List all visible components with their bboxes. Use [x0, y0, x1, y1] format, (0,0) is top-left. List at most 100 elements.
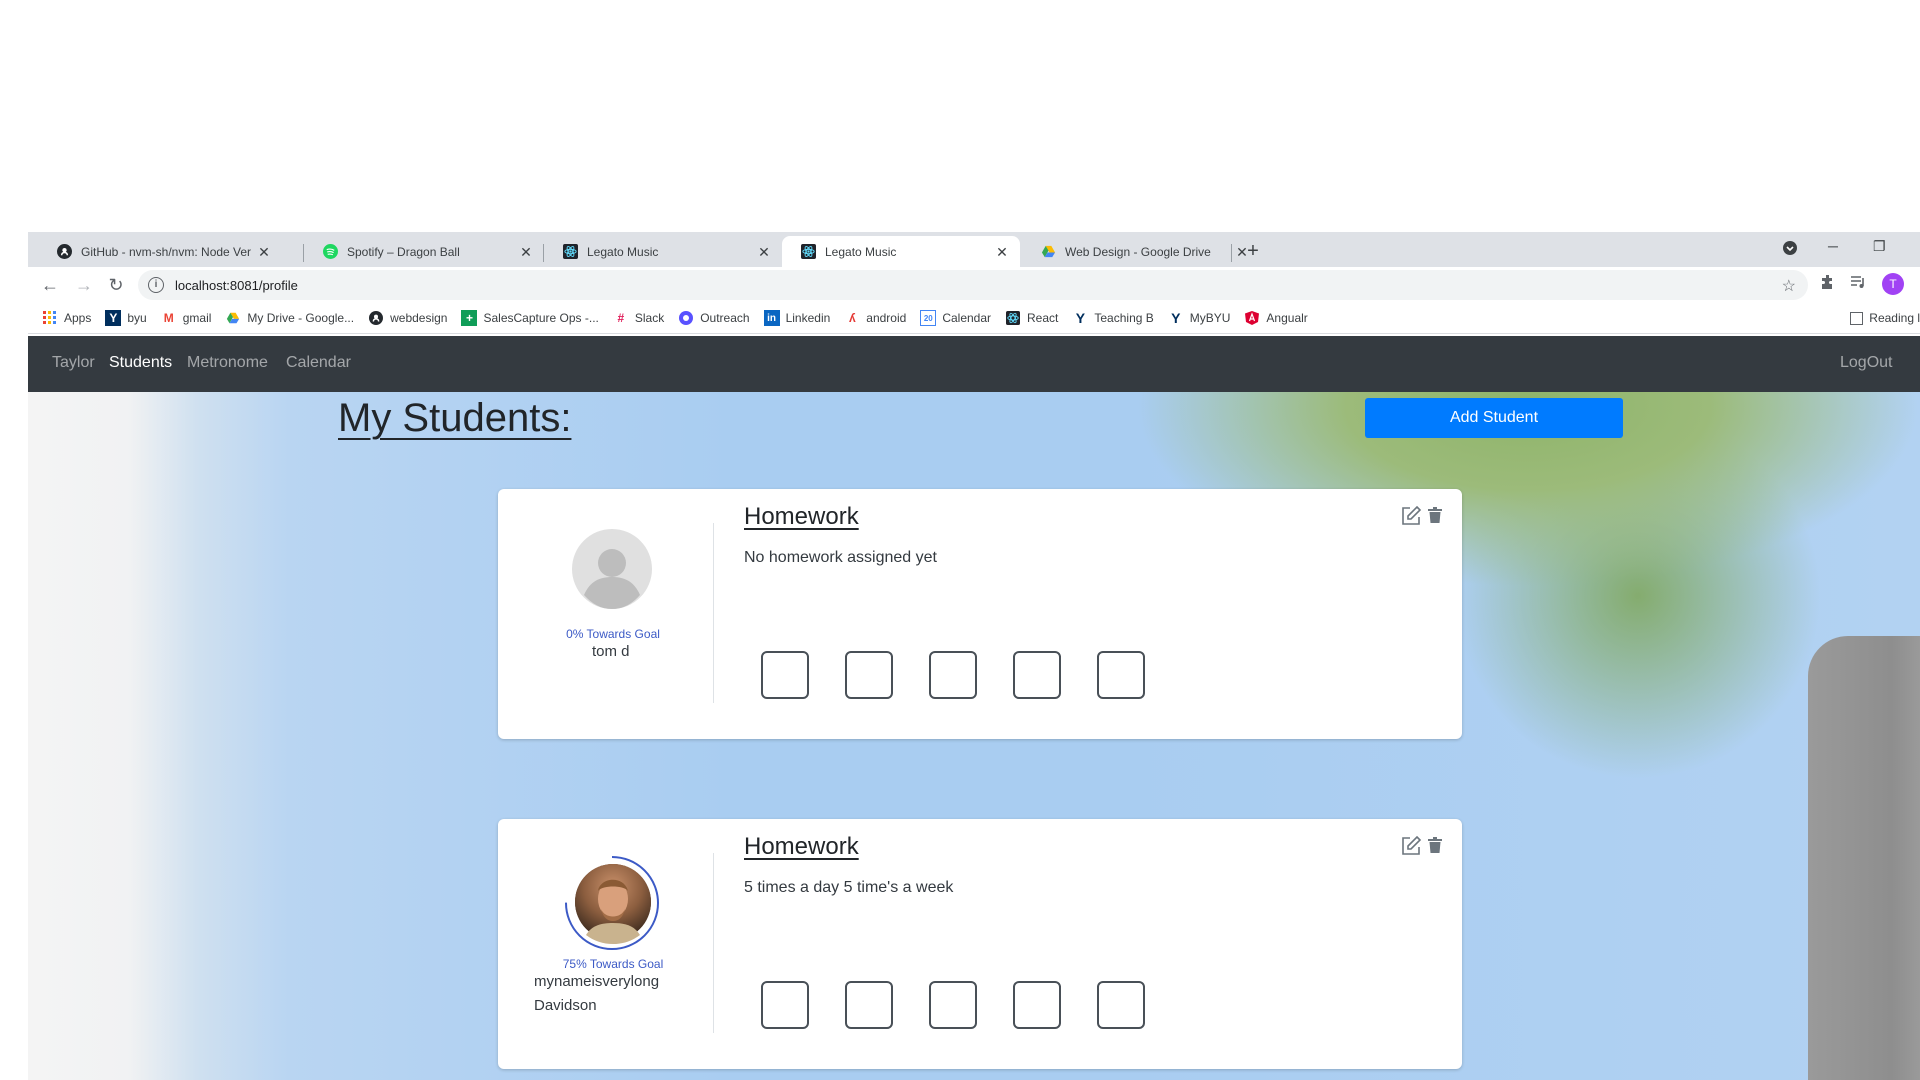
practice-checkbox[interactable] [845, 651, 893, 699]
nav-students[interactable]: Students [109, 354, 172, 372]
address-bar[interactable]: i ☆ [138, 270, 1808, 300]
info-icon[interactable]: i [148, 277, 164, 293]
close-icon[interactable]: ✕ [256, 244, 272, 260]
divider [713, 853, 714, 1033]
homework-title: Homework [744, 833, 859, 860]
byu-icon: Y [1075, 310, 1086, 326]
minimize-icon[interactable]: ─ [1828, 238, 1838, 254]
logout-link[interactable]: LogOut [1840, 354, 1892, 372]
practice-checkbox[interactable] [1097, 981, 1145, 1029]
edit-icon[interactable] [1400, 505, 1422, 532]
close-icon[interactable]: ✕ [756, 244, 772, 260]
bookmark-mybyu[interactable]: Y MyBYU [1168, 310, 1231, 326]
tab-strip: GitHub - nvm-sh/nvm: Node Ver ✕ Spotify … [28, 232, 1920, 267]
bookmark-apps[interactable]: Apps [42, 310, 91, 326]
add-student-button[interactable]: Add Student [1365, 398, 1623, 438]
trash-icon[interactable] [1428, 837, 1442, 858]
outreach-icon [678, 310, 694, 326]
reading-list-label: Reading l [1869, 311, 1920, 325]
bookmark-label: Linkedin [785, 311, 831, 325]
bookmark-react[interactable]: React [1005, 310, 1058, 326]
avatar[interactable] [572, 529, 652, 609]
nav-metronome[interactable]: Metronome [187, 354, 268, 372]
google-drive-icon [225, 310, 241, 326]
new-tab-button[interactable]: + [1241, 240, 1265, 264]
spotify-icon [322, 244, 338, 260]
bookmark-label: Teaching B [1094, 311, 1154, 325]
linkedin-icon: in [763, 310, 780, 326]
bookmark-label: My Drive - Google... [247, 311, 355, 325]
avatar[interactable] [562, 853, 662, 953]
bookmark-label: MyBYU [1189, 311, 1231, 325]
nav-brand[interactable]: Taylor [52, 354, 95, 372]
bookmark-byu[interactable]: Y byu [105, 310, 147, 326]
bookmark-webdesign[interactable]: webdesign [368, 310, 447, 326]
extensions-icon[interactable] [1820, 274, 1836, 295]
divider [713, 523, 714, 703]
practice-checkbox[interactable] [761, 981, 809, 1029]
bookmark-calendar[interactable]: 20 Calendar [920, 310, 991, 326]
student-profile: 0% Towards Goal tom d [498, 489, 713, 739]
restore-icon[interactable]: ❐ [1873, 238, 1886, 255]
bookmarks-bar: Apps Y byu M gmail My Drive - Google... … [28, 303, 1920, 334]
student-name: mynameisverylong [534, 973, 660, 990]
practice-checkbox[interactable] [1097, 651, 1145, 699]
bookmark-label: React [1027, 311, 1059, 325]
close-icon[interactable]: ✕ [518, 244, 534, 260]
byu-icon: Y [105, 310, 122, 326]
bookmark-label: Outreach [700, 311, 750, 325]
bookmark-label: Angualr [1266, 311, 1308, 325]
page-title: My Students: [338, 396, 572, 440]
bookmark-android[interactable]: ʎ android [844, 310, 906, 326]
edit-icon[interactable] [1400, 835, 1422, 862]
address-input[interactable] [173, 276, 1677, 294]
bookmark-outreach[interactable]: Outreach [678, 310, 750, 326]
bookmark-linkedin[interactable]: in Linkedin [763, 310, 831, 326]
browser-toolbar: ← → ↻ i ☆ T [28, 267, 1920, 303]
bookmark-salescapture[interactable]: + SalesCapture Ops -... [461, 310, 599, 326]
nav-calendar[interactable]: Calendar [286, 354, 351, 372]
tab-legato-active[interactable]: Legato Music ✕ [782, 236, 1020, 267]
media-control-icon[interactable] [1850, 274, 1866, 295]
student-name: tom d [592, 643, 630, 660]
tab-legato-1[interactable]: Legato Music ✕ [544, 236, 782, 267]
background-tree-trunk [1808, 636, 1920, 1080]
tab-search-icon[interactable] [1782, 240, 1798, 259]
tab-google-drive[interactable]: Web Design - Google Drive ✕ [1022, 236, 1260, 267]
tab-github[interactable]: GitHub - nvm-sh/nvm: Node Ver ✕ [38, 236, 282, 267]
practice-checkbox[interactable] [761, 651, 809, 699]
bookmark-gmail[interactable]: M gmail [161, 310, 212, 326]
tab-title: GitHub - nvm-sh/nvm: Node Ver [81, 244, 252, 259]
close-icon[interactable]: ✕ [994, 244, 1010, 260]
practice-checkbox[interactable] [845, 981, 893, 1029]
practice-checkbox[interactable] [1013, 981, 1061, 1029]
bookmark-label: webdesign [390, 311, 448, 325]
bookmark-teaching[interactable]: Y Teaching B [1072, 310, 1154, 326]
bookmark-angular[interactable]: Angualr [1244, 310, 1308, 326]
github-icon [368, 310, 384, 326]
bookmark-my-drive[interactable]: My Drive - Google... [225, 310, 354, 326]
bookmark-star-icon[interactable]: ☆ [1782, 276, 1796, 296]
sheets-icon: + [461, 310, 478, 326]
reading-list[interactable]: Reading l [1850, 311, 1920, 325]
homework-text: 5 times a day 5 time's a week [744, 879, 954, 896]
angular-icon [1244, 310, 1260, 326]
tab-title: Spotify – Dragon Ball [347, 244, 460, 259]
bookmark-label: gmail [182, 311, 212, 325]
bookmark-slack[interactable]: # Slack [613, 310, 665, 326]
bookmark-label: android [866, 311, 907, 325]
practice-checkbox[interactable] [929, 981, 977, 1029]
trash-icon[interactable] [1428, 507, 1442, 528]
reload-icon[interactable]: ↻ [104, 273, 128, 297]
tab-spotify[interactable]: Spotify – Dragon Ball ✕ [304, 236, 544, 267]
page-content: Taylor Students Metronome Calendar LogOu… [28, 336, 1920, 1080]
goal-progress-label: 0% Towards Goal [566, 627, 660, 641]
profile-avatar[interactable]: T [1882, 273, 1904, 295]
bookmark-label: Calendar [942, 311, 992, 325]
bookmark-label: byu [127, 311, 147, 325]
practice-checkbox[interactable] [1013, 651, 1061, 699]
practice-checkbox[interactable] [929, 651, 977, 699]
student-card: 75% Towards Goal mynameisverylong Davids… [498, 819, 1462, 1069]
forward-icon[interactable]: → [72, 273, 96, 297]
back-icon[interactable]: ← [38, 273, 62, 297]
